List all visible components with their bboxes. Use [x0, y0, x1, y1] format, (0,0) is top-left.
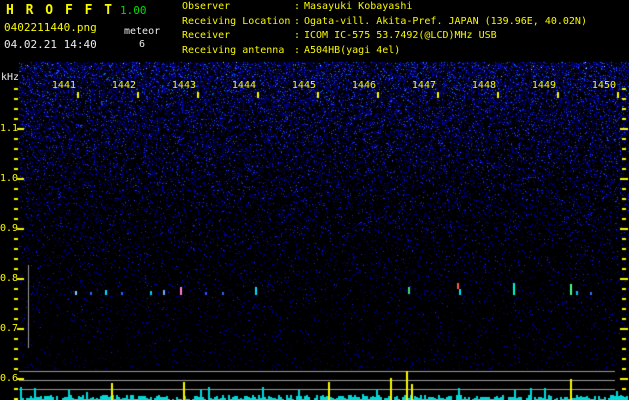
- time-tick-label: 1441: [51, 80, 76, 91]
- app-version: 1.00: [120, 4, 147, 17]
- freq-axis-unit-label: kHz: [1, 72, 20, 83]
- station-info-row: Observer: Masayuki Kobayashi: [182, 2, 587, 17]
- output-filename: 0402211440.png: [4, 21, 97, 34]
- station-info-value: Masayuki Kobayashi: [304, 1, 413, 12]
- time-tick-label: 1442: [111, 80, 136, 91]
- station-info-label: Receiving antenna: [182, 44, 285, 56]
- mode-label: meteor: [124, 26, 161, 37]
- station-info-colon: :: [294, 44, 301, 56]
- capture-datetime: 04.02.21 14:40: [4, 38, 97, 51]
- freq-tick-label: 0.9: [0, 223, 19, 234]
- station-info-row: Receiver: ICOM IC-575 53.7492(@LCD)MHz US…: [182, 31, 587, 46]
- station-info-colon: :: [294, 15, 301, 27]
- time-tick-label: 1446: [351, 80, 376, 91]
- app-title: H R O F F T: [6, 3, 115, 18]
- time-tick-label: 1444: [231, 80, 256, 91]
- station-info-colon: :: [294, 30, 301, 42]
- station-info-value: A504HB(yagi 4el): [304, 44, 401, 56]
- meteor-count: 6: [139, 39, 146, 50]
- station-info-value: Ogata-vill. Akita-Pref. JAPAN (139.96E, …: [304, 15, 587, 27]
- station-info-label: Receiving Location: [182, 15, 291, 27]
- station-info-label: Observer: [182, 1, 231, 12]
- time-tick-label: 1450: [591, 80, 616, 91]
- station-info-row: Receiving antenna: A504HB(yagi 4el): [182, 44, 587, 61]
- time-tick-label: 1449: [531, 80, 556, 91]
- time-tick-label: 1443: [171, 80, 196, 91]
- freq-tick-label: 0.7: [0, 323, 19, 334]
- hrofft-screen: H R O F F T 1.00 0402211440.png 04.02.21…: [0, 0, 629, 400]
- station-info-value: ICOM IC-575 53.7492(@LCD)MHz USB: [304, 30, 497, 42]
- station-info-block: Observer: Masayuki Kobayashi Receiving Loc…: [182, 2, 587, 60]
- freq-tick-label: 0.6: [0, 373, 19, 384]
- freq-tick-label: 0.8: [0, 273, 19, 284]
- freq-tick-label: 1.0: [0, 173, 19, 184]
- station-info-label: Receiver: [182, 30, 231, 42]
- time-tick-label: 1448: [471, 80, 496, 91]
- freq-tick-label: 1.1: [0, 123, 19, 134]
- station-info-row: Receiving Location: Ogata-vill. Akita-Pre…: [182, 15, 587, 32]
- time-tick-label: 1445: [291, 80, 316, 91]
- station-info-colon: :: [294, 1, 301, 12]
- time-tick-label: 1447: [411, 80, 436, 91]
